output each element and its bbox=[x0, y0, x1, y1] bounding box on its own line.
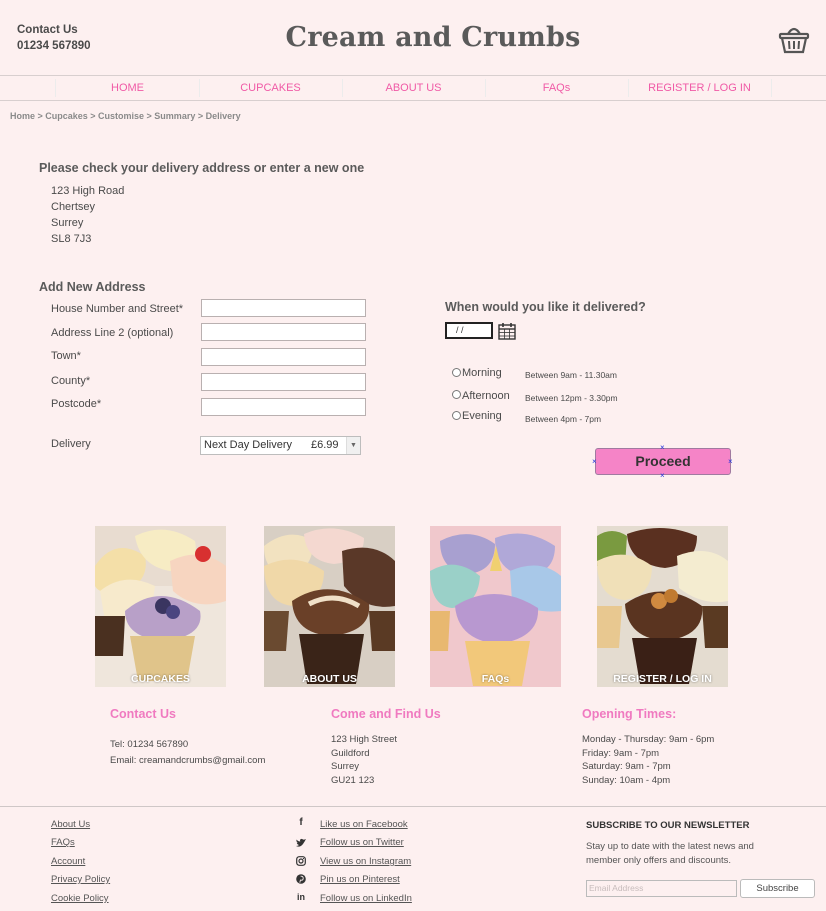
contact-info: Tel: 01234 567890 Email: creamandcrumbs@… bbox=[110, 738, 265, 767]
delivery-option: Next Day Delivery bbox=[204, 439, 293, 451]
postcode-input[interactable] bbox=[201, 398, 366, 416]
county-input[interactable] bbox=[201, 373, 366, 391]
contact-heading: Contact Us bbox=[110, 707, 176, 721]
hours-heading: Opening Times: bbox=[582, 707, 677, 721]
calendar-icon[interactable] bbox=[498, 322, 516, 340]
instagram-link[interactable]: View us on Instagram bbox=[320, 856, 411, 867]
saved-address[interactable]: 123 High Road Chertsey Surrey SL8 7J3 bbox=[51, 183, 124, 247]
footer-link-faqs[interactable]: FAQs bbox=[51, 837, 75, 848]
nav-divider bbox=[771, 79, 772, 97]
tile-faqs[interactable]: FAQs bbox=[430, 526, 561, 687]
radio-evening[interactable] bbox=[452, 411, 461, 420]
location-address: 123 High Street Guildford Surrey GU21 12… bbox=[331, 733, 397, 787]
cupcake-image bbox=[264, 526, 395, 687]
footer-link-account[interactable]: Account bbox=[51, 856, 85, 867]
tile-label: REGISTER / LOG IN bbox=[613, 673, 712, 685]
address-line: Surrey bbox=[51, 217, 84, 229]
footer-link-about[interactable]: About Us bbox=[51, 819, 90, 830]
radio-morning[interactable] bbox=[452, 368, 461, 377]
tile-label: ABOUT US bbox=[302, 673, 357, 685]
street-input[interactable] bbox=[201, 299, 366, 317]
evening-label: Evening bbox=[462, 410, 502, 422]
delivery-price: £6.99 bbox=[311, 439, 339, 451]
nav-faqs[interactable]: FAQs bbox=[485, 76, 628, 100]
morning-time: Between 9am - 11.30am bbox=[525, 370, 617, 380]
pinterest-link[interactable]: Pin us on Pinterest bbox=[320, 874, 400, 885]
linkedin-link[interactable]: Follow us on LinkedIn bbox=[320, 893, 412, 904]
hours-line: Friday: 9am - 7pm bbox=[582, 747, 660, 759]
hours-line: Monday - Thursday: 9am - 6pm bbox=[582, 734, 715, 745]
evening-time: Between 4pm - 7pm bbox=[525, 414, 602, 424]
location-heading: Come and Find Us bbox=[331, 707, 441, 721]
contact-email[interactable]: Email: creamandcrumbs@gmail.com bbox=[110, 754, 265, 768]
selection-handle: × bbox=[728, 457, 733, 466]
street-label: House Number and Street* bbox=[51, 303, 184, 315]
location-line: GU21 123 bbox=[331, 774, 375, 786]
county-label: County* bbox=[51, 375, 91, 387]
chevron-down-icon[interactable]: ▼ bbox=[346, 437, 360, 454]
add-address-heading: Add New Address bbox=[39, 280, 146, 294]
cupcake-image bbox=[430, 526, 561, 687]
contact-tel: Tel: 01234 567890 bbox=[110, 739, 189, 750]
address-line: Chertsey bbox=[51, 201, 96, 213]
nav-cupcakes[interactable]: CUPCAKES bbox=[199, 76, 342, 100]
pinterest-icon[interactable] bbox=[296, 874, 306, 884]
town-label: Town* bbox=[51, 350, 81, 362]
facebook-icon[interactable]: f bbox=[296, 817, 306, 828]
delivery-date-heading: When would you like it delivered? bbox=[445, 300, 646, 314]
footer-link-privacy[interactable]: Privacy Policy bbox=[51, 874, 110, 885]
afternoon-label: Afternoon bbox=[462, 390, 510, 402]
twitter-icon[interactable] bbox=[296, 838, 306, 848]
address-line: 123 High Road bbox=[51, 185, 125, 197]
hours-line: Sunday: 10am - 4pm bbox=[582, 774, 671, 786]
tile-label: FAQs bbox=[481, 673, 510, 685]
nav-home[interactable]: HOME bbox=[56, 76, 199, 100]
instagram-icon[interactable] bbox=[296, 856, 306, 866]
selection-handle: × bbox=[660, 443, 665, 452]
address-check-heading: Please check your delivery address or en… bbox=[39, 161, 365, 175]
basket-icon[interactable] bbox=[778, 24, 810, 54]
location-line: Guildford bbox=[331, 747, 370, 759]
linkedin-icon[interactable]: in bbox=[296, 892, 306, 902]
cupcake-image bbox=[95, 526, 226, 687]
tile-label: CUPCAKES bbox=[131, 673, 190, 685]
newsletter-email-input[interactable]: Email Address bbox=[586, 880, 737, 897]
twitter-link[interactable]: Follow us on Twitter bbox=[320, 837, 404, 848]
facebook-link[interactable]: Like us on Facebook bbox=[320, 819, 408, 830]
hours-line: Saturday: 9am - 7pm bbox=[582, 761, 671, 772]
selection-handle: × bbox=[592, 457, 597, 466]
selection-handle: × bbox=[660, 471, 665, 480]
tile-register-login[interactable]: REGISTER / LOG IN bbox=[597, 526, 728, 687]
delivery-label: Delivery bbox=[51, 438, 91, 450]
opening-hours: Monday - Thursday: 9am - 6pm Friday: 9am… bbox=[582, 733, 714, 787]
radio-afternoon[interactable] bbox=[452, 390, 461, 399]
subscribe-button[interactable]: Subscribe bbox=[740, 879, 815, 898]
nav-about-us[interactable]: ABOUT US bbox=[342, 76, 485, 100]
morning-label: Morning bbox=[462, 367, 502, 379]
location-line: Surrey bbox=[331, 761, 359, 772]
town-input[interactable] bbox=[201, 348, 366, 366]
address-line: SL8 7J3 bbox=[51, 233, 92, 245]
brand-title[interactable]: Cream and Crumbs bbox=[0, 22, 826, 53]
tile-about-us[interactable]: ABOUT US bbox=[264, 526, 395, 687]
newsletter-heading: SUBSCRIBE TO OUR NEWSLETTER bbox=[586, 820, 750, 831]
main-nav: HOME CUPCAKES ABOUT US FAQs REGISTER / L… bbox=[0, 75, 826, 101]
date-input[interactable]: / / bbox=[445, 322, 493, 339]
afternoon-time: Between 12pm - 3.30pm bbox=[525, 393, 618, 403]
footer-link-cookie[interactable]: Cookie Policy bbox=[51, 893, 109, 904]
address-line2-label: Address Line 2 (optional) bbox=[51, 327, 174, 339]
delivery-select[interactable]: Next Day Delivery £6.99 ▼ bbox=[200, 436, 361, 455]
address-line2-input[interactable] bbox=[201, 323, 366, 341]
tile-cupcakes[interactable]: CUPCAKES bbox=[95, 526, 226, 687]
nav-register-login[interactable]: REGISTER / LOG IN bbox=[628, 76, 771, 100]
newsletter-text: Stay up to date with the latest news and… bbox=[586, 841, 754, 866]
postcode-label: Postcode* bbox=[51, 398, 102, 410]
location-line: 123 High Street bbox=[331, 734, 398, 745]
breadcrumb[interactable]: Home > Cupcakes > Customise > Summary > … bbox=[10, 111, 241, 121]
cupcake-image bbox=[597, 526, 728, 687]
